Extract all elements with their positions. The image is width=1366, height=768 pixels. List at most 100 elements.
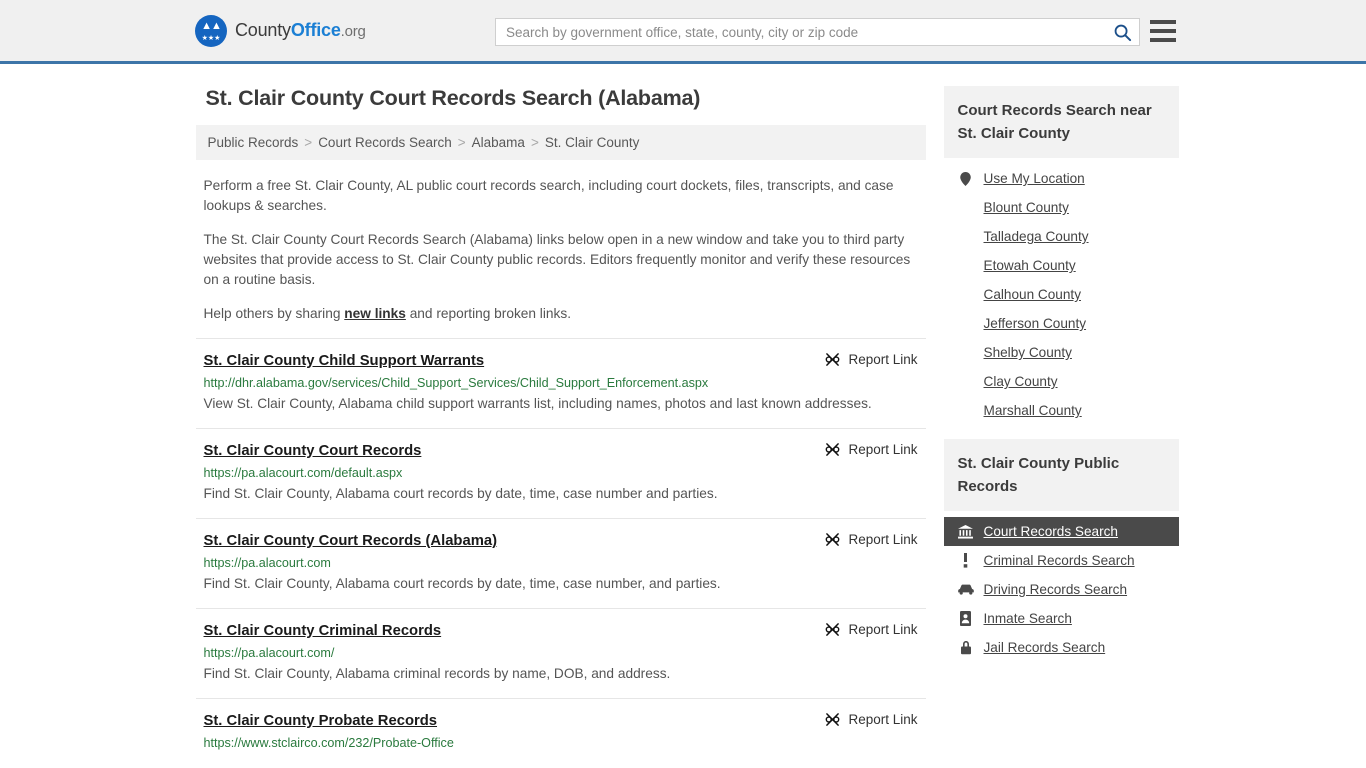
page-body: St. Clair County Court Records Search (A… <box>0 64 1366 763</box>
broken-link-icon <box>826 353 840 366</box>
lock-icon <box>960 641 971 655</box>
nearby-item-label: Marshall County <box>983 403 1082 418</box>
public-records-item-criminal-records-search[interactable]: Criminal Records Search <box>944 546 1179 575</box>
public-records-item-court-records-search[interactable]: Court Records Search <box>943 517 1179 546</box>
nearby-county-marshall-county[interactable]: Marshall County <box>944 396 1179 425</box>
breadcrumb-separator: > <box>304 135 313 150</box>
nearby-panel: Court Records Search near St. Clair Coun… <box>943 86 1179 425</box>
result-title-link[interactable]: St. Clair County Court Records <box>204 441 422 461</box>
report-link-label: Report Link <box>848 532 918 547</box>
breadcrumb-separator: > <box>530 135 539 150</box>
result-description: Find St. Clair County, Alabama criminal … <box>203 666 671 681</box>
report-link-label: Report Link <box>848 442 918 457</box>
public-records-item-jail-records-search[interactable]: Jail Records Search <box>944 633 1179 662</box>
result-url[interactable]: https://pa.alacourt.com/default.aspx <box>204 465 918 481</box>
eagle-seal-icon: ▲▲ ★★★ <box>195 14 227 47</box>
public-records-item-label: Driving Records Search <box>983 582 1128 597</box>
report-link-label: Report Link <box>848 712 918 727</box>
public-records-item-label: Criminal Records Search <box>983 553 1135 568</box>
nearby-item-label: Blount County <box>983 200 1069 215</box>
result-header: St. Clair County Probate Records Report L… <box>204 711 918 731</box>
nearby-item-label: Talladega County <box>983 229 1089 244</box>
nearby-county-blount-county[interactable]: Blount County <box>944 193 1179 222</box>
nearby-county-jefferson-county[interactable]: Jefferson County <box>944 309 1179 338</box>
broken-link-icon <box>826 443 840 456</box>
intro-text: Perform a free St. Clair County, AL publ… <box>196 176 926 324</box>
sidebar: Court Records Search near St. Clair Coun… <box>943 86 1179 763</box>
result-header: St. Clair County Court Records (Alabama)… <box>204 531 918 551</box>
nearby-item-label: Shelby County <box>983 345 1072 360</box>
report-link-button[interactable]: Report Link <box>825 532 918 547</box>
intro-paragraph-1: Perform a free St. Clair County, AL publ… <box>203 178 894 213</box>
result-url[interactable]: https://pa.alacourt.com <box>204 555 918 571</box>
public-records-item-label: Jail Records Search <box>983 640 1106 655</box>
result-item: St. Clair County Criminal Records Report … <box>195 608 926 698</box>
nearby-item-label: Clay County <box>983 374 1058 389</box>
result-description: Find St. Clair County, Alabama court rec… <box>203 576 721 591</box>
results-list: St. Clair County Child Support Warrants R… <box>195 338 926 763</box>
result-url[interactable]: https://pa.alacourt.com/ <box>204 645 918 661</box>
search-button[interactable] <box>1105 19 1139 45</box>
result-url[interactable]: http://dhr.alabama.gov/services/Child_Su… <box>204 375 918 391</box>
hamburger-menu-icon[interactable] <box>1150 20 1176 42</box>
map-pin-icon <box>960 171 971 186</box>
result-header: St. Clair County Criminal Records Report … <box>204 621 918 641</box>
intro-p3-before: Help others by sharing <box>203 306 345 321</box>
breadcrumb-item-court-records-search[interactable]: Court Records Search <box>318 135 452 150</box>
report-link-label: Report Link <box>848 352 918 367</box>
map-pin-icon <box>958 171 974 186</box>
site-logo[interactable]: ▲▲ ★★★ CountyOffice.org <box>195 14 366 47</box>
nearby-item-label: Use My Location <box>983 171 1085 186</box>
use-my-location-button[interactable]: Use My Location <box>944 164 1179 193</box>
nearby-county-calhoun-county[interactable]: Calhoun County <box>944 280 1179 309</box>
breadcrumb-item-st-clair-county[interactable]: St. Clair County <box>545 135 640 150</box>
breadcrumb-item-alabama[interactable]: Alabama <box>472 135 525 150</box>
search-bar[interactable] <box>495 18 1140 46</box>
result-title-link[interactable]: St. Clair County Child Support Warrants <box>204 351 485 371</box>
breadcrumb: Public Records > Court Records Search > Alab… <box>195 125 926 160</box>
result-item: St. Clair County Probate Records Report L… <box>195 698 926 763</box>
result-title-link[interactable]: St. Clair County Probate Records <box>204 711 438 731</box>
public-records-item-driving-records-search[interactable]: Driving Records Search <box>944 575 1179 604</box>
result-item: St. Clair County Court Records Report Lin… <box>195 428 926 518</box>
site-header: ▲▲ ★★★ CountyOffice.org <box>0 0 1366 64</box>
car-icon <box>957 584 974 595</box>
intro-p3-after: and reporting broken links. <box>405 306 571 321</box>
new-links-link[interactable]: new links <box>344 306 406 321</box>
report-link-button[interactable]: Report Link <box>825 442 918 457</box>
breadcrumb-item-public-records[interactable]: Public Records <box>208 135 299 150</box>
result-title-link[interactable]: St. Clair County Criminal Records <box>204 621 442 641</box>
report-link-button[interactable]: Report Link <box>825 712 918 727</box>
report-link-button[interactable]: Report Link <box>825 352 918 367</box>
breadcrumb-separator: > <box>457 135 466 150</box>
logo-text-org: .org <box>340 23 366 40</box>
public-records-item-label: Inmate Search <box>983 611 1072 626</box>
public-records-panel-heading: St. Clair County Public Records <box>943 439 1179 511</box>
result-title-link[interactable]: St. Clair County Court Records (Alabama) <box>204 531 498 551</box>
page-title: St. Clair County Court Records Search (A… <box>205 86 701 110</box>
report-link-button[interactable]: Report Link <box>825 622 918 637</box>
result-item: St. Clair County Court Records (Alabama)… <box>195 518 926 608</box>
nearby-item-label: Etowah County <box>983 258 1076 273</box>
broken-link-icon <box>826 623 840 636</box>
nearby-county-shelby-county[interactable]: Shelby County <box>944 338 1179 367</box>
nearby-county-talladega-county[interactable]: Talladega County <box>944 222 1179 251</box>
nearby-county-clay-county[interactable]: Clay County <box>944 367 1179 396</box>
result-header: St. Clair County Court Records Report Lin… <box>204 441 918 461</box>
search-input[interactable] <box>496 19 1105 45</box>
nearby-panel-heading: Court Records Search near St. Clair Coun… <box>943 86 1179 158</box>
logo-text-office: Office <box>290 20 341 40</box>
public-records-item-label: Court Records Search <box>983 524 1118 539</box>
result-description: Find St. Clair County, Alabama court rec… <box>203 486 718 501</box>
search-icon <box>1114 24 1131 41</box>
intro-paragraph-3: Help others by sharing new links and rep… <box>196 304 926 324</box>
public-records-item-inmate-search[interactable]: Inmate Search <box>944 604 1179 633</box>
result-description: View St. Clair County, Alabama child sup… <box>203 396 872 411</box>
lock-icon <box>958 640 974 655</box>
broken-link-icon <box>826 713 840 726</box>
nearby-county-etowah-county[interactable]: Etowah County <box>944 251 1179 280</box>
report-link-label: Report Link <box>848 622 918 637</box>
result-url[interactable]: https://www.stclairco.com/232/Probate-Of… <box>204 735 918 751</box>
id-badge-icon <box>960 611 971 626</box>
main-content: St. Clair County Court Records Search (A… <box>195 86 926 763</box>
